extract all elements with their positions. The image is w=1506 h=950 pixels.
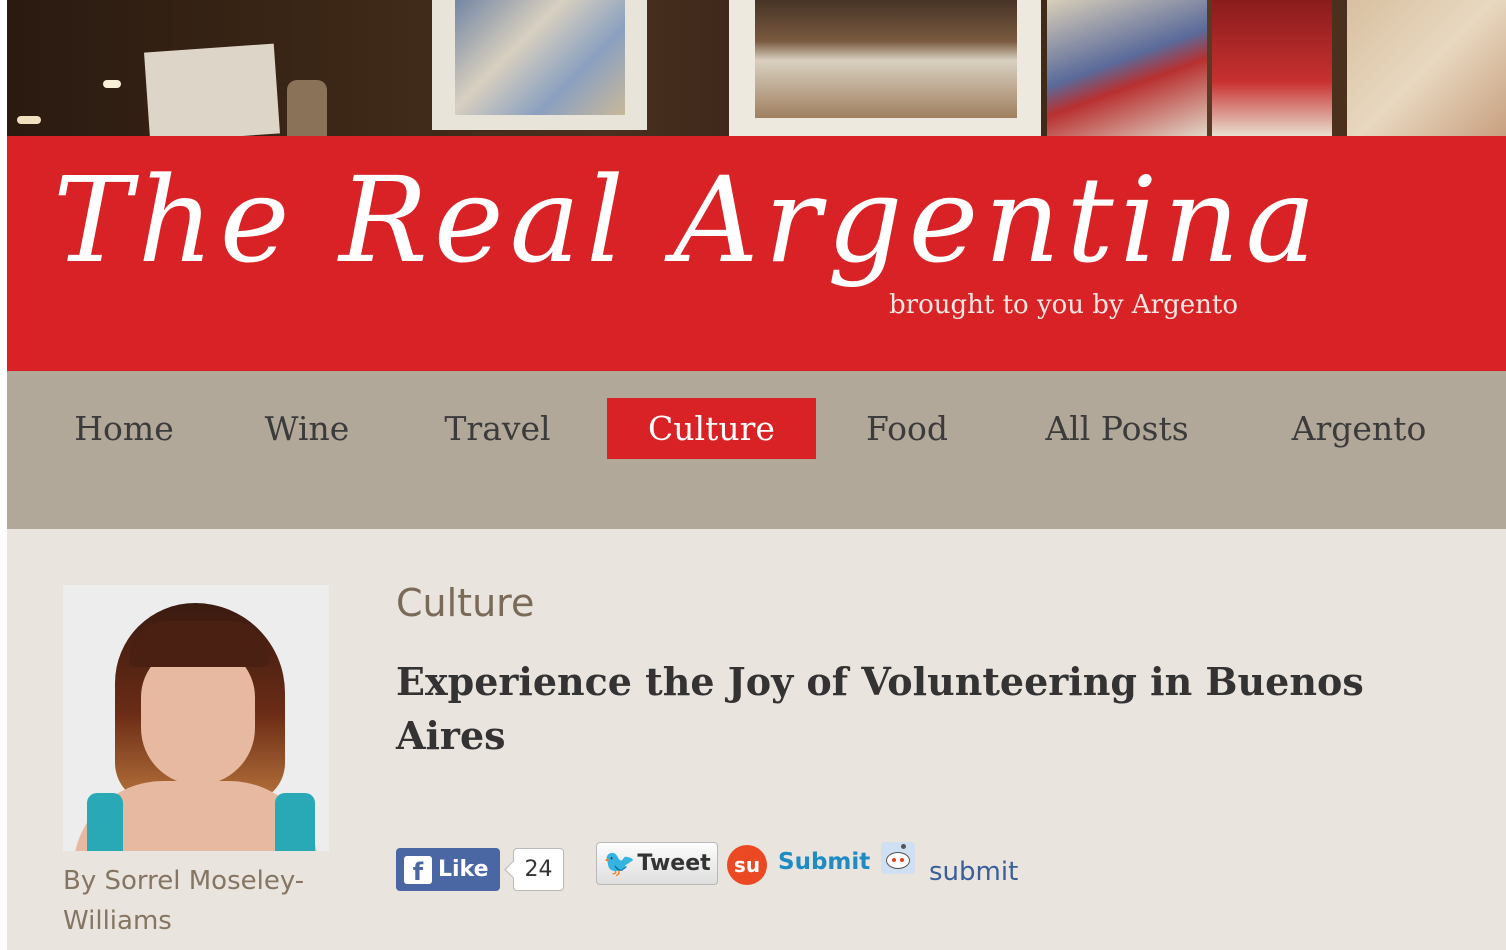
header-photo xyxy=(7,0,1506,136)
nav-item-culture[interactable]: Culture xyxy=(607,398,816,459)
nav-item-home[interactable]: Home xyxy=(64,398,184,459)
facebook-like-count: 24 xyxy=(513,848,564,891)
nav-item-food[interactable]: Food xyxy=(857,398,957,459)
shelf-toys-decoration xyxy=(1047,0,1207,136)
nav-item-wine[interactable]: Wine xyxy=(257,398,357,459)
reddit-submit-link[interactable]: submit xyxy=(929,857,1018,887)
stumbleupon-icon[interactable]: su xyxy=(727,845,767,885)
main-nav: Home Wine Travel Culture Food All Posts … xyxy=(7,371,1506,529)
nav-item-argento[interactable]: Argento xyxy=(1279,398,1439,459)
post-category[interactable]: Culture xyxy=(396,581,534,625)
twitter-bird-icon: 🐦 xyxy=(603,848,636,879)
nav-item-all-posts[interactable]: All Posts xyxy=(1027,398,1207,459)
tweet-label: Tweet xyxy=(637,851,711,876)
pennant-decoration xyxy=(1212,0,1332,136)
light-decoration xyxy=(17,116,41,124)
calendar-decoration xyxy=(144,43,280,136)
tweet-button[interactable]: 🐦 Tweet xyxy=(596,842,718,885)
facebook-icon: f xyxy=(404,855,432,884)
author-avatar xyxy=(63,585,329,851)
reddit-alien-icon[interactable] xyxy=(881,842,915,874)
facebook-like-button[interactable]: f Like xyxy=(396,848,500,891)
author-byline: By Sorrel Moseley-Williams xyxy=(63,866,305,936)
stumbleupon-submit-link[interactable]: Submit xyxy=(778,849,870,875)
framed-photo xyxy=(755,0,1017,118)
site-tagline: brought to you by Argento xyxy=(889,290,1238,320)
facebook-like-label: Like xyxy=(438,857,489,882)
post-content: By Sorrel Moseley-Williams Culture Exper… xyxy=(7,529,1506,950)
shelf-decoration xyxy=(1347,0,1506,136)
site-banner[interactable]: The Real Argentina brought to you by Arg… xyxy=(7,136,1506,371)
site-title[interactable]: The Real Argentina xyxy=(53,150,1322,292)
light-decoration xyxy=(103,80,121,88)
jar-decoration xyxy=(287,80,327,136)
nav-item-travel[interactable]: Travel xyxy=(430,398,565,459)
post-title[interactable]: Experience the Joy of Volunteering in Bu… xyxy=(396,655,1466,763)
framed-photo xyxy=(455,0,625,115)
page-left-edge xyxy=(0,0,7,950)
